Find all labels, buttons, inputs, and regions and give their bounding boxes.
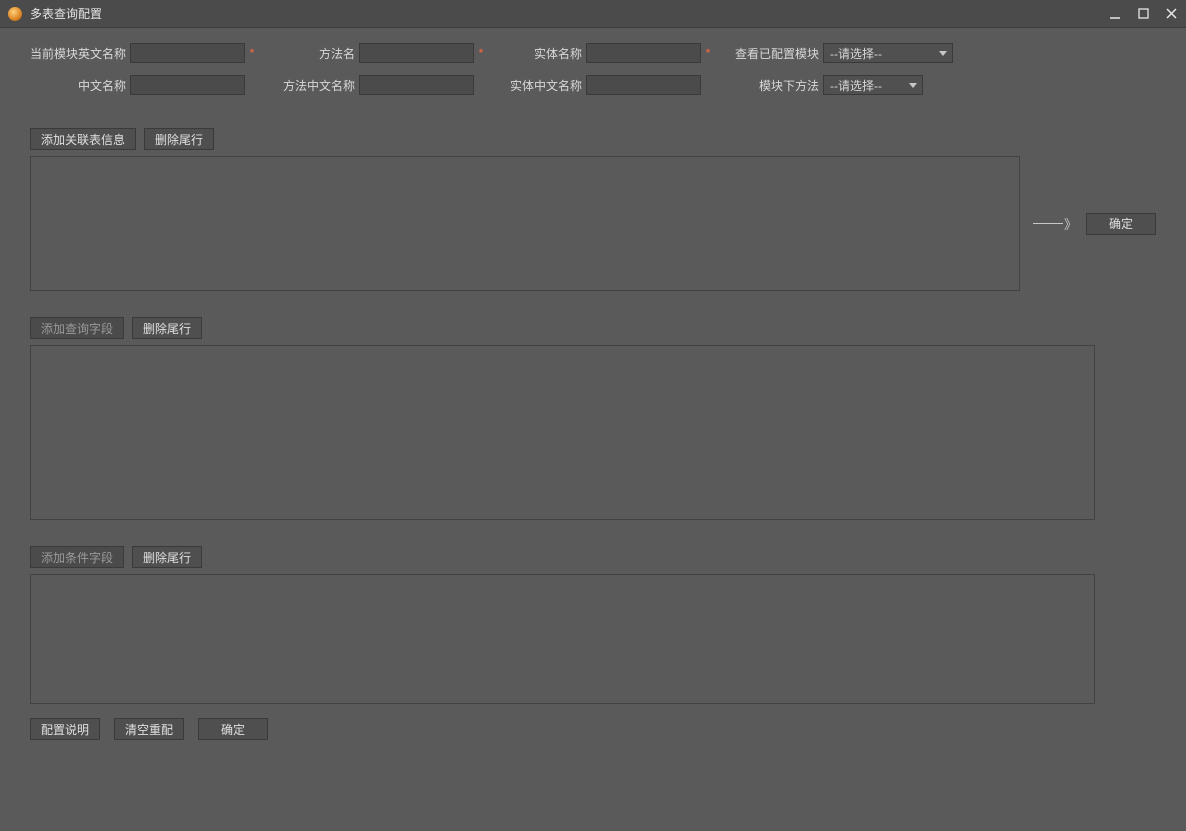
method-label: 方法名 (317, 45, 359, 62)
module-en-input[interactable] (130, 43, 245, 63)
module-method-label: 模块下方法 (751, 77, 823, 94)
window-controls (1108, 7, 1178, 21)
entity-cn-label: 实体中文名称 (498, 77, 586, 94)
entity-label: 实体名称 (530, 45, 586, 62)
rel-section-buttons: 添加关联表信息 删除尾行 (30, 128, 1186, 150)
rel-delete-tail-button[interactable]: 删除尾行 (144, 128, 214, 150)
config-desc-button[interactable]: 配置说明 (30, 718, 100, 740)
required-mark: * (474, 46, 488, 60)
close-button[interactable] (1164, 7, 1178, 21)
clear-reset-button[interactable]: 清空重配 (114, 718, 184, 740)
arrow-confirm-group: 》 确定 (1033, 213, 1156, 235)
app-icon (8, 7, 22, 21)
footer-buttons: 配置说明 清空重配 确定 (30, 718, 1186, 740)
entity-cn-input[interactable] (586, 75, 701, 95)
titlebar: 多表查询配置 (0, 0, 1186, 28)
query-field-panel[interactable] (30, 345, 1095, 520)
cn-name-label: 中文名称 (0, 77, 130, 94)
maximize-button[interactable] (1136, 7, 1150, 21)
ok-button[interactable]: 确定 (198, 718, 268, 740)
cn-name-input[interactable] (130, 75, 245, 95)
rel-row: 》 确定 (0, 156, 1186, 291)
cond-field-panel[interactable] (30, 574, 1095, 704)
cond-section-buttons: 添加条件字段 删除尾行 (30, 546, 1186, 568)
add-cond-field-button[interactable]: 添加条件字段 (30, 546, 124, 568)
add-rel-table-button[interactable]: 添加关联表信息 (30, 128, 136, 150)
form-rows: 当前模块英文名称 * 方法名 * 实体名称 * 查看已配置模块 (0, 42, 1186, 96)
required-mark: * (245, 46, 259, 60)
window-title: 多表查询配置 (30, 5, 1108, 22)
chevron-down-icon (909, 83, 917, 88)
view-configured-label: 查看已配置模块 (727, 45, 823, 62)
query-section-buttons: 添加查询字段 删除尾行 (30, 317, 1186, 339)
entity-input[interactable] (586, 43, 701, 63)
rel-table-panel[interactable] (30, 156, 1020, 291)
form-row-1: 当前模块英文名称 * 方法名 * 实体名称 * 查看已配置模块 (0, 42, 1186, 64)
window: 多表查询配置 当前模块英文名称 * 方法名 (0, 0, 1186, 831)
module-method-selected: --请选择-- (830, 77, 882, 94)
add-query-field-button[interactable]: 添加查询字段 (30, 317, 124, 339)
method-cn-input[interactable] (359, 75, 474, 95)
module-method-select[interactable]: --请选择-- (823, 75, 923, 95)
method-cn-label: 方法中文名称 (269, 77, 359, 94)
minimize-button[interactable] (1108, 7, 1122, 21)
view-configured-selected: --请选择-- (830, 45, 882, 62)
content-area: 当前模块英文名称 * 方法名 * 实体名称 * 查看已配置模块 (0, 28, 1186, 831)
form-row-2: 中文名称 * 方法中文名称 * 实体中文名称 * 模块下方法 (0, 74, 1186, 96)
module-en-label: 当前模块英文名称 (0, 45, 130, 62)
query-delete-tail-button[interactable]: 删除尾行 (132, 317, 202, 339)
method-input[interactable] (359, 43, 474, 63)
cond-delete-tail-button[interactable]: 删除尾行 (132, 546, 202, 568)
chevron-down-icon (939, 51, 947, 56)
view-configured-select[interactable]: --请选择-- (823, 43, 953, 63)
required-mark: * (701, 46, 715, 60)
side-confirm-button[interactable]: 确定 (1086, 213, 1156, 235)
arrow-right-icon: 》 (1033, 214, 1076, 233)
